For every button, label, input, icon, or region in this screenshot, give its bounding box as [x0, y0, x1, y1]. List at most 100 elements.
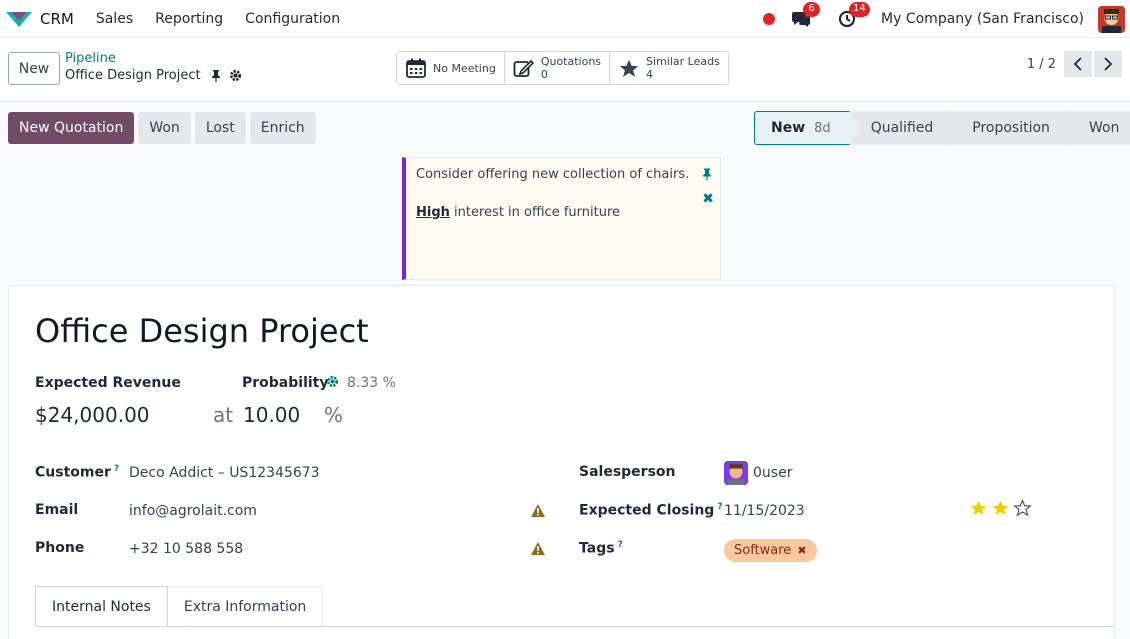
percent-label: %: [324, 403, 344, 427]
phone-label: Phone: [35, 540, 85, 556]
pin-icon[interactable]: [702, 168, 712, 185]
expected-closing-label: Expected Closing?: [579, 502, 723, 519]
note-highlight: High: [416, 205, 450, 220]
phone-field[interactable]: +32 10 588 558: [129, 541, 243, 557]
warning-icon: [530, 503, 546, 522]
gear-icon[interactable]: [326, 375, 339, 388]
note-line-2: High interest in office furniture: [416, 204, 710, 222]
activities-button[interactable]: 14: [835, 2, 870, 30]
breadcrumb-current: Office Design Project: [65, 68, 242, 83]
smart-buttons: No Meeting Quotations 0 Similar Leads 4: [396, 51, 729, 85]
tags-label-text: Tags: [579, 540, 615, 557]
stage-proposition[interactable]: Proposition: [952, 111, 1079, 145]
note-line-1: Consider offering new collection of chai…: [416, 167, 690, 182]
expected-closing-help-icon[interactable]: ?: [717, 502, 722, 512]
meeting-label: No Meeting: [433, 61, 496, 75]
pager-next-button[interactable]: [1094, 51, 1122, 77]
customer-field[interactable]: Deco Addict – US12345673: [129, 465, 320, 481]
pager: 1 / 2: [1027, 51, 1122, 77]
new-quotation-button[interactable]: New Quotation: [8, 112, 135, 144]
stage-statusbar: New 8d Qualified Proposition Won: [754, 111, 1130, 145]
at-label: at: [213, 403, 234, 427]
quotations-label: Quotations: [540, 55, 602, 68]
similar-leads-label: Similar Leads: [646, 55, 720, 68]
expected-revenue-field[interactable]: $24,000.00: [35, 403, 150, 427]
email-field[interactable]: info@agrolait.com: [129, 503, 257, 519]
auto-probability: 8.33 %: [347, 375, 396, 391]
breadcrumb: Pipeline Office Design Project: [65, 51, 242, 83]
priority-star-2[interactable]: [991, 499, 1010, 517]
lost-button[interactable]: Lost: [194, 112, 246, 144]
menu-sales[interactable]: Sales: [96, 11, 133, 27]
close-icon[interactable]: ✖: [702, 191, 714, 207]
pin-icon[interactable]: [211, 69, 221, 82]
expected-revenue-label: Expected Revenue: [35, 375, 181, 391]
salesperson-field[interactable]: 0user: [753, 465, 792, 481]
chevron-right-icon: [1104, 57, 1113, 71]
priority-stars: [969, 499, 1035, 517]
breadcrumb-current-label: Office Design Project: [65, 68, 201, 83]
pager-value[interactable]: 1 / 2: [1027, 57, 1056, 72]
note-line-2-text: interest in office furniture: [449, 205, 621, 220]
tab-divider: [35, 626, 1115, 627]
quotations-count: 0: [540, 68, 548, 81]
quotations-smart-button[interactable]: Quotations 0: [505, 52, 611, 84]
tags-help-icon[interactable]: ?: [618, 540, 623, 550]
status-dot-icon[interactable]: [763, 13, 776, 25]
tags-label: Tags?: [579, 540, 623, 557]
priority-star-3[interactable]: [1013, 499, 1032, 517]
tab-internal-notes[interactable]: Internal Notes: [35, 586, 168, 626]
menu-reporting[interactable]: Reporting: [155, 11, 223, 27]
stage-proposition-label: Proposition: [972, 120, 1050, 136]
app-name[interactable]: CRM: [40, 10, 74, 28]
stage-qualified[interactable]: Qualified: [850, 111, 963, 145]
form-sheet: Office Design Project Expected Revenue P…: [8, 285, 1115, 639]
won-button[interactable]: Won: [138, 112, 191, 144]
stage-won-label: Won: [1088, 120, 1120, 136]
sticky-note: Consider offering new collection of chai…: [402, 157, 721, 280]
expected-closing-field[interactable]: 11/15/2023: [724, 503, 805, 519]
new-record-button[interactable]: New: [8, 52, 60, 85]
tag-software-label: Software: [734, 543, 792, 558]
top-navbar: CRM Sales Reporting Configuration 6 14 M…: [0, 0, 1130, 38]
star-icon: [619, 59, 639, 77]
stage-new-label: New: [771, 120, 806, 136]
breadcrumb-pipeline[interactable]: Pipeline: [65, 51, 242, 66]
probability-field[interactable]: 10.00: [243, 403, 300, 427]
action-buttons: New Quotation Won Lost Enrich: [8, 112, 320, 144]
user-avatar[interactable]: [1098, 5, 1125, 33]
calendar-icon: [406, 58, 426, 78]
similar-leads-smart-button[interactable]: Similar Leads 4: [610, 52, 728, 84]
customer-label: Customer?: [35, 464, 119, 481]
salesperson-avatar: [724, 461, 748, 485]
menu-configuration[interactable]: Configuration: [245, 11, 340, 27]
notebook-tabs: Internal Notes Extra Information: [35, 586, 324, 626]
similar-leads-count: 4: [646, 68, 654, 81]
email-label: Email: [35, 502, 79, 518]
crm-logo-icon[interactable]: [5, 9, 33, 29]
stage-new-duration: 8d: [814, 120, 831, 136]
company-switcher[interactable]: My Company (San Francisco): [881, 11, 1084, 27]
tab-extra-information[interactable]: Extra Information: [167, 586, 324, 626]
probability-label: Probability: [242, 375, 329, 391]
pager-previous-button[interactable]: [1064, 51, 1092, 77]
stage-new[interactable]: New 8d: [754, 111, 860, 145]
edit-icon: [513, 59, 534, 77]
control-panel: New Pipeline Office Design Project No Me…: [0, 38, 1130, 102]
activities-badge: 14: [849, 2, 870, 17]
warning-icon: [530, 541, 546, 560]
customer-label-text: Customer: [35, 464, 111, 481]
priority-star-1[interactable]: [969, 499, 988, 517]
salesperson-label: Salesperson: [579, 464, 676, 480]
gear-icon[interactable]: [229, 69, 242, 82]
enrich-button[interactable]: Enrich: [249, 112, 316, 144]
messages-button[interactable]: 6: [789, 2, 821, 30]
expected-closing-label-text: Expected Closing: [579, 502, 715, 519]
stage-qualified-label: Qualified: [870, 120, 934, 136]
meeting-smart-button[interactable]: No Meeting: [397, 52, 505, 84]
tag-software[interactable]: Software ✖: [724, 539, 817, 562]
lead-title[interactable]: Office Design Project: [35, 312, 369, 350]
tag-remove-icon[interactable]: ✖: [797, 544, 806, 557]
chevron-left-icon: [1073, 57, 1082, 71]
customer-help-icon[interactable]: ?: [114, 464, 119, 474]
